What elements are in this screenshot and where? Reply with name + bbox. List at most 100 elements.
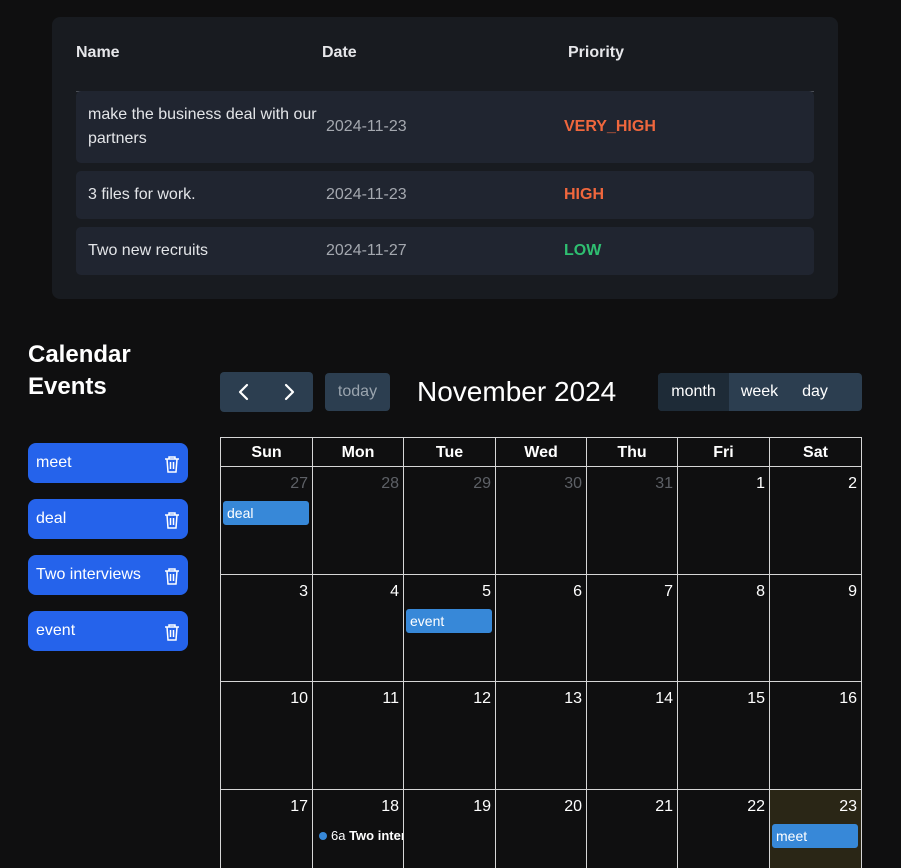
day-number[interactable]: 18 — [381, 798, 399, 816]
day-cell[interactable]: 20 — [496, 789, 587, 868]
day-cell[interactable]: 29 — [404, 467, 496, 575]
column-header-priority: Priority — [568, 44, 625, 61]
day-cell[interactable]: 5 event — [404, 574, 496, 682]
day-cell[interactable]: 14 — [587, 682, 678, 790]
task-date: 2024-11-23 — [326, 118, 407, 135]
day-cell[interactable]: 1 — [678, 467, 770, 575]
day-number[interactable]: 8 — [756, 583, 765, 601]
day-number[interactable]: 28 — [381, 475, 399, 493]
day-number[interactable]: 27 — [290, 475, 308, 493]
draggable-event-meet[interactable]: meet — [28, 443, 188, 483]
day-number[interactable]: 30 — [564, 475, 582, 493]
day-number[interactable]: 15 — [747, 690, 765, 708]
day-number[interactable]: 22 — [747, 798, 765, 816]
day-number[interactable]: 21 — [655, 798, 673, 816]
trash-icon[interactable] — [164, 511, 180, 529]
weekday-header: Wed — [496, 438, 587, 467]
day-number[interactable]: 4 — [390, 583, 399, 601]
calendar-event[interactable]: event — [406, 608, 492, 633]
day-cell[interactable]: 12 — [404, 682, 496, 790]
trash-icon[interactable] — [164, 623, 180, 641]
task-table: Name Date Priority make the business dea… — [52, 17, 838, 299]
day-number[interactable]: 7 — [664, 583, 673, 601]
day-cell[interactable]: 28 — [313, 467, 404, 575]
event-label: event — [36, 622, 76, 639]
task-name: Two new recruits — [88, 242, 209, 259]
day-cell[interactable]: 19 — [404, 789, 496, 868]
trash-icon[interactable] — [164, 567, 180, 585]
table-row[interactable]: Two new recruits 2024-11-27 LOW — [76, 227, 814, 275]
day-cell[interactable]: 10 — [221, 682, 313, 790]
draggable-event-deal[interactable]: deal — [28, 499, 188, 539]
day-cell[interactable]: 8 — [678, 574, 770, 682]
calendar-event[interactable]: meet — [772, 823, 858, 848]
day-number[interactable]: 16 — [839, 690, 857, 708]
weekday-header: Sun — [221, 438, 313, 467]
task-priority: VERY_HIGH — [564, 118, 656, 135]
day-cell[interactable]: 15 — [678, 682, 770, 790]
task-date: 2024-11-23 — [326, 186, 407, 203]
day-number[interactable]: 10 — [290, 690, 308, 708]
day-cell[interactable]: 3 — [221, 574, 313, 682]
day-number[interactable]: 6 — [573, 583, 582, 601]
day-cell[interactable]: 31 — [587, 467, 678, 575]
day-cell[interactable]: 30 — [496, 467, 587, 575]
month-view-button[interactable]: month — [658, 373, 729, 411]
table-row[interactable]: 3 files for work. 2024-11-23 HIGH — [76, 171, 814, 219]
event-label: meet — [36, 454, 72, 471]
day-cell[interactable]: 17 — [221, 789, 313, 868]
day-number[interactable]: 31 — [655, 475, 673, 493]
calendar-event[interactable]: deal — [223, 501, 309, 525]
day-number[interactable]: 11 — [382, 690, 399, 708]
day-number[interactable]: 3 — [299, 583, 308, 601]
day-cell[interactable]: 18 6a Two interviews — [313, 789, 404, 868]
week-view-button[interactable]: week — [729, 373, 790, 411]
day-number[interactable]: 23 — [839, 798, 857, 816]
task-name: make the business deal with our partners — [88, 106, 317, 147]
trash-icon[interactable] — [164, 455, 180, 473]
day-cell[interactable]: 9 — [770, 574, 862, 682]
draggable-event-event[interactable]: event — [28, 611, 188, 651]
day-cell[interactable]: 16 — [770, 682, 862, 790]
table-row[interactable]: make the business deal with our partners… — [76, 91, 814, 163]
day-cell[interactable]: 7 — [587, 574, 678, 682]
today-button[interactable]: today — [325, 373, 390, 411]
day-cell[interactable]: 6 — [496, 574, 587, 682]
day-number[interactable]: 17 — [290, 798, 308, 816]
day-cell[interactable]: 21 — [587, 789, 678, 868]
task-name: 3 files for work. — [88, 186, 196, 203]
next-button[interactable] — [267, 372, 313, 412]
column-header-date: Date — [322, 44, 357, 61]
day-cell[interactable]: 4 — [313, 574, 404, 682]
day-cell[interactable]: 27 deal — [221, 467, 313, 575]
task-date: 2024-11-27 — [326, 242, 407, 259]
event-title: Two interviews — [349, 827, 403, 843]
day-cell[interactable]: 13 — [496, 682, 587, 790]
day-number[interactable]: 2 — [848, 475, 857, 493]
chevron-right-icon — [284, 383, 295, 401]
weekday-header: Fri — [678, 438, 770, 467]
day-cell[interactable]: 11 — [313, 682, 404, 790]
day-number[interactable]: 29 — [473, 475, 491, 493]
prev-button[interactable] — [220, 372, 266, 412]
day-number[interactable]: 5 — [482, 583, 491, 601]
day-cell[interactable]: 2 — [770, 467, 862, 575]
sidebar-title: Calendar Events — [28, 341, 131, 400]
day-number[interactable]: 14 — [655, 690, 673, 708]
weekday-header: Sat — [770, 438, 862, 467]
day-number[interactable]: 1 — [756, 475, 765, 493]
day-number[interactable]: 20 — [564, 798, 582, 816]
day-cell[interactable]: 22 — [678, 789, 770, 868]
timed-event[interactable]: 6a Two interviews — [319, 828, 403, 843]
day-number[interactable]: 9 — [848, 583, 857, 601]
day-number[interactable]: 12 — [473, 690, 491, 708]
day-view-button[interactable]: day — [790, 373, 840, 411]
day-number[interactable]: 19 — [473, 798, 491, 816]
month-grid: Sun Mon Tue Wed Thu Fri Sat 27 deal 28 29 30 31 1 2 3 4 5… — [220, 437, 862, 868]
draggable-event-two-interviews[interactable]: Two interviews — [28, 555, 188, 595]
event-dot-icon — [319, 832, 327, 841]
weekday-header: Tue — [404, 438, 496, 467]
day-cell[interactable]: 23 meet — [770, 789, 862, 868]
table-header: Name Date Priority — [76, 44, 814, 92]
day-number[interactable]: 13 — [564, 690, 582, 708]
